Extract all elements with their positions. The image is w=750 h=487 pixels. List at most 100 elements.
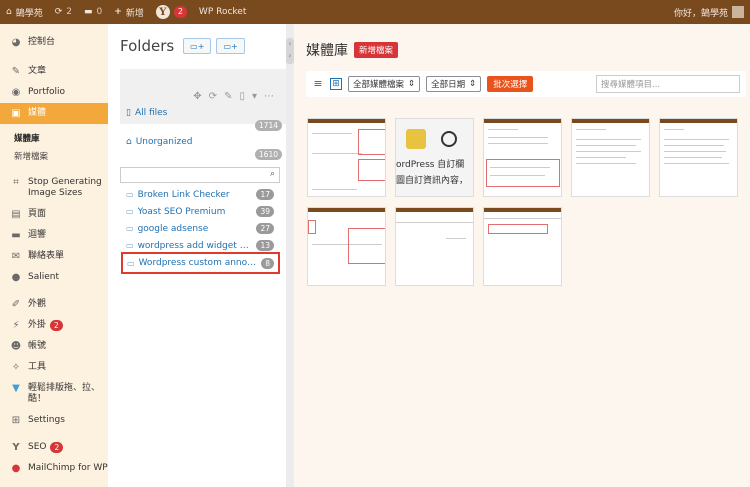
bulk-select-button[interactable]: 批次選擇 (487, 76, 534, 92)
portfolio-icon: ◉ (11, 87, 21, 98)
brush-icon: ✐ (11, 299, 21, 310)
refresh-icon[interactable]: ⟳ (209, 91, 217, 102)
menu-media[interactable]: ▣ 媒體 (0, 103, 108, 124)
menu-stop-generating[interactable]: ⌗ Stop Generating Image Sizes (0, 172, 108, 204)
submenu-library[interactable]: 媒體庫 (0, 129, 108, 147)
menu-label: 控制台 (28, 37, 56, 47)
grid-view-icon[interactable]: ⊞ (330, 78, 342, 90)
panel-splitter[interactable]: ‹ › (286, 24, 294, 487)
updates-count: 2 (66, 7, 73, 17)
comments-count: 0 (96, 7, 103, 17)
site-name: 鵠學苑 (15, 8, 43, 19)
plus-icon: + (114, 7, 122, 17)
folder-count: 13 (256, 240, 274, 251)
avatar (732, 6, 744, 18)
menu-visual-composer[interactable]: ▼ 輕鬆排版拖、拉、酷！ (0, 378, 108, 410)
media-thumbnail[interactable]: ordPress 自訂欄 圖自訂資訊內容， (395, 118, 474, 197)
admin-bar-site[interactable]: ⌂ 鵠學苑 (0, 0, 49, 24)
folder-item[interactable]: ▭ Broken Link Checker 17 (122, 186, 278, 203)
new-subfolder-button[interactable]: ▭ + (216, 38, 245, 54)
menu-tools[interactable]: ✧ 工具 (0, 357, 108, 378)
menu-label: 迴響 (28, 230, 47, 240)
menu-users[interactable]: ☻ 帳號 (0, 336, 108, 357)
all-files-label: All files (134, 108, 168, 118)
plugin-icon: ⚡ (12, 320, 20, 331)
media-toolbar: ≡ ⊞ 全部媒體檔案 ⇕ 全部日期 ⇕ 批次選擇 搜尋媒體項目... (306, 71, 746, 97)
menu-comments[interactable]: ▬ 迴響 (0, 225, 108, 246)
new-folder-button[interactable]: ▭ + (183, 38, 212, 54)
admin-sidebar: ◕ 控制台 ✎ 文章 ◉ Portfolio ▣ 媒體 媒體庫 新增檔案 ⌗ Stop G… (0, 24, 108, 487)
media-thumbnail[interactable] (483, 118, 562, 197)
menu-mailchimp[interactable]: ● MailChimp for WP (0, 458, 108, 479)
more-icon[interactable]: ⋯ (264, 91, 274, 102)
folders-title: Folders (120, 37, 175, 55)
edit-icon[interactable]: ✎ (224, 91, 232, 102)
menu-seo[interactable]: Y SEO 2 (0, 437, 108, 458)
dashboard-icon: ◕ (11, 37, 21, 48)
move-icon[interactable]: ✥ (193, 91, 201, 102)
user-icon: ☻ (10, 341, 22, 352)
all-files-item[interactable]: ▯ All files (120, 108, 288, 118)
menu-posts[interactable]: ✎ 文章 (0, 61, 108, 82)
admin-bar-account[interactable]: 你好，鵠學苑 (668, 0, 750, 24)
folder-name: Wordpress custom announc... (138, 258, 258, 268)
folder-name: google adsense (137, 223, 209, 234)
media-thumbnail[interactable] (659, 118, 738, 197)
menu-label: Stop Generating Image Sizes (28, 177, 102, 198)
menu-portfolio[interactable]: ◉ Portfolio (0, 82, 108, 103)
folder-item-selected[interactable]: ▭Wordpress custom announc...8 (121, 252, 280, 274)
folder-name: wordpress add widget bloock (137, 240, 253, 251)
menu-salient[interactable]: ● Salient (0, 267, 108, 288)
media-type-filter[interactable]: 全部媒體檔案 ⇕ (348, 76, 421, 92)
yoast-icon: Y (155, 5, 170, 19)
menu-pages[interactable]: ▤ 頁面 (0, 204, 108, 225)
unorganized-item[interactable]: ⌂ Unorganized (120, 137, 288, 147)
folder-item[interactable]: ▭ Yoast SEO Premium 39 (122, 203, 278, 220)
submenu-add-new[interactable]: 新增檔案 (0, 147, 108, 165)
folder-item[interactable]: ▭ google adsense 27 (122, 220, 278, 237)
menu-label: 輕鬆排版拖、拉、酷！ (28, 383, 101, 404)
menu-contact[interactable]: ✉ 聯絡表單 (0, 246, 108, 267)
wp-rocket-label: WP Rocket (198, 7, 247, 17)
folder-icon: ▭ (126, 207, 134, 216)
subfolder-icon: ▭ (223, 41, 231, 51)
refresh-icon: ⟳ (54, 7, 63, 17)
admin-bar-seo[interactable]: Y 2 (150, 0, 193, 24)
unorganized-count-row: 1610 (120, 149, 288, 160)
media-library: 媒體庫 新增檔案 ≡ ⊞ 全部媒體檔案 ⇕ 全部日期 ⇕ 批次選擇 搜尋媒體項目..… (294, 24, 750, 487)
media-search-input[interactable]: 搜尋媒體項目... (596, 75, 740, 93)
date-filter[interactable]: 全部日期 ⇕ (426, 76, 482, 92)
media-thumbnail[interactable] (483, 207, 562, 286)
admin-bar: ⌂ 鵠學苑 ⟳ 2 ▬ 0 + 新增 Y 2 WP Rocket 你好，鵠學苑 (0, 0, 750, 24)
add-new-button[interactable]: 新增檔案 (354, 42, 399, 58)
select-arrows-icon: ⇕ (469, 79, 477, 89)
menu-dashboard[interactable]: ◕ 控制台 (0, 32, 108, 53)
delete-icon[interactable]: ▯ (239, 91, 245, 102)
admin-bar-comments[interactable]: ▬ 0 (78, 0, 108, 24)
menu-plugins[interactable]: ⚡ 外掛 2 (0, 315, 108, 336)
sort-icon[interactable]: ▾ (252, 91, 257, 102)
admin-bar-wp-rocket[interactable]: WP Rocket (193, 0, 252, 24)
menu-label: Portfolio (28, 87, 66, 97)
menu-label: 媒體 (28, 108, 47, 118)
new-folder-label: + (197, 41, 205, 51)
media-icon: ▣ (11, 108, 21, 119)
media-thumbnail[interactable] (395, 207, 474, 286)
admin-bar-new[interactable]: + 新增 (108, 0, 150, 24)
folder-search-input[interactable]: ⌕ (120, 167, 280, 183)
collapse-handle[interactable]: ‹ › (286, 38, 294, 64)
menu-label: 外觀 (28, 299, 47, 309)
media-thumbnail[interactable] (571, 118, 650, 197)
menu-label: 聯絡表單 (28, 251, 65, 261)
admin-bar-updates[interactable]: ⟳ 2 (49, 0, 78, 24)
media-thumbnail[interactable] (307, 118, 386, 197)
menu-appearance[interactable]: ✐ 外觀 (0, 294, 108, 315)
salient-icon: ● (11, 272, 21, 283)
media-type-value: 全部媒體檔案 (353, 80, 405, 90)
media-thumbnail[interactable] (307, 207, 386, 286)
list-view-icon[interactable]: ≡ (312, 78, 324, 90)
menu-label: Salient (28, 272, 59, 282)
comment-icon: ▬ (84, 7, 93, 17)
select-arrows-icon: ⇕ (408, 79, 416, 89)
menu-settings[interactable]: ⊞ Settings (0, 410, 108, 431)
